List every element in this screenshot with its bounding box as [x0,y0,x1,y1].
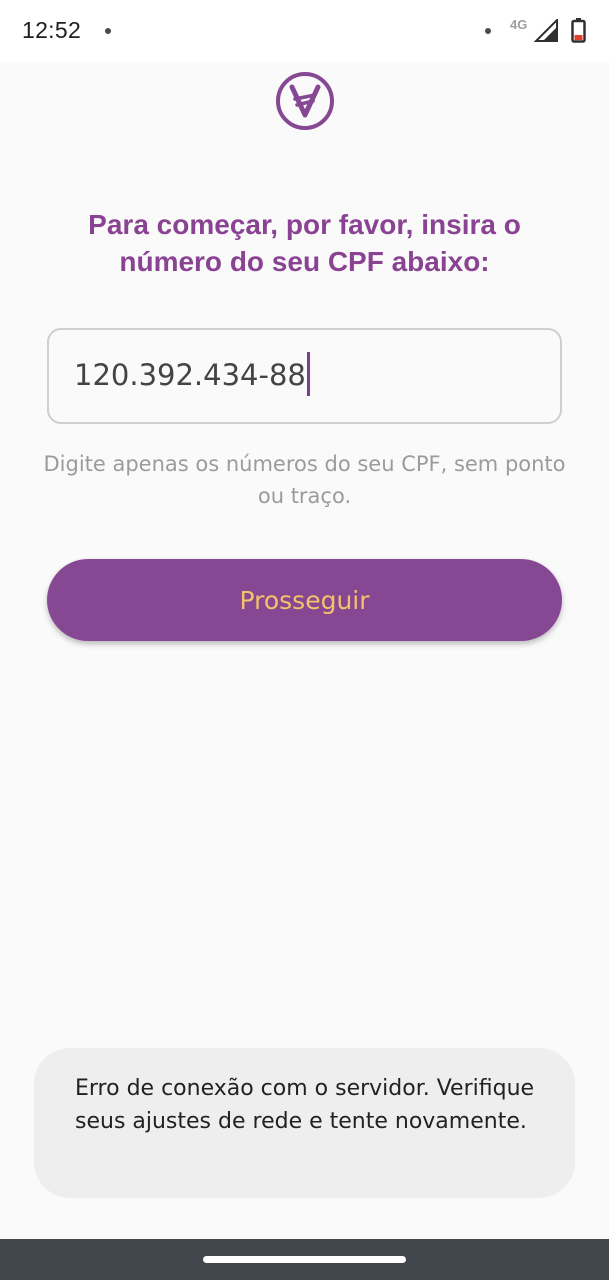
battery-icon [571,18,586,43]
navigation-bar [0,1239,609,1280]
cpf-instruction-heading: Para começar, por favor, insira o número… [88,209,521,277]
cpf-input[interactable]: 120.392.434-88 [47,328,562,424]
cpf-helper-text: Digite apenas os números do seu CPF, sem… [43,452,566,508]
connection-error-toast: Erro de conexão com o servidor. Verifiqu… [34,1048,575,1198]
notification-dot-icon [105,28,111,34]
network-type-label: 4G [510,17,528,32]
v-coin-logo-icon [276,72,334,130]
text-cursor [306,352,310,396]
cpf-input-value[interactable]: 120.392.434-88 [74,352,310,396]
signal-icon [534,19,558,42]
home-gesture-handle[interactable] [203,1256,406,1263]
toast-message: Erro de conexão com o servidor. Verifiqu… [75,1076,535,1134]
status-time: 12:52 [22,17,82,43]
cpf-value-text: 120.392.434-88 [74,358,306,392]
status-dot-icon [485,28,491,34]
status-bar: 12:52 4G [0,0,609,62]
cpf-login-screen: 12:52 4G Para começar, por favor, insira… [0,0,609,1280]
continue-button[interactable]: Prosseguir [47,559,562,641]
